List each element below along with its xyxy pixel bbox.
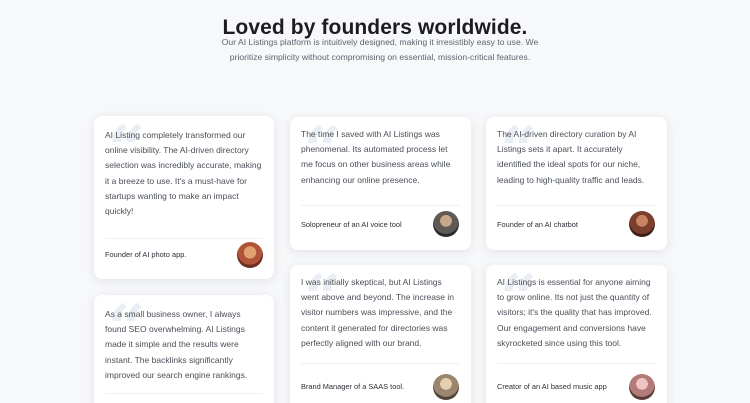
testimonial-author: Founder of an AI chatbot bbox=[497, 220, 578, 229]
testimonial-text: The AI-driven directory curation by AI L… bbox=[497, 129, 645, 185]
avatar bbox=[433, 374, 459, 400]
divider bbox=[105, 393, 263, 394]
testimonial-text: AI Listings is essential for anyone aimi… bbox=[497, 277, 652, 348]
avatar bbox=[433, 211, 459, 237]
avatar bbox=[629, 374, 655, 400]
avatar bbox=[629, 211, 655, 237]
testimonial-author: Founder of AI photo app. bbox=[105, 250, 187, 259]
testimonial-text: AI Listing completely transformed our on… bbox=[105, 130, 262, 217]
testimonial-card: “ I was initially skeptical, but AI List… bbox=[290, 265, 471, 403]
testimonial-card: “ AI Listings is essential for anyone ai… bbox=[486, 265, 667, 403]
testimonial-author: Creator of an AI based music app bbox=[497, 382, 607, 391]
testimonial-author: Solopreneur of an AI voice tool bbox=[301, 220, 402, 229]
testimonial-card: “ The AI-driven directory curation by AI… bbox=[486, 117, 667, 250]
testimonial-text: The time I saved with AI Listings was ph… bbox=[301, 129, 451, 185]
divider bbox=[497, 363, 656, 364]
section-subtitle: Our AI Listings platform is intuitively … bbox=[221, 37, 539, 62]
divider bbox=[301, 363, 460, 364]
testimonial-author: Brand Manager of a SAAS tool. bbox=[301, 382, 405, 391]
testimonial-card: “ AI Listing completely transformed our … bbox=[94, 116, 274, 279]
testimonial-text: I was initially skeptical, but AI Listin… bbox=[301, 277, 454, 348]
testimonial-text: As a small business owner, I always foun… bbox=[105, 309, 248, 380]
divider bbox=[497, 205, 656, 206]
avatar bbox=[237, 242, 263, 268]
testimonial-card: “ The time I saved with AI Listings was … bbox=[290, 117, 471, 250]
testimonials-section: Loved by founders worldwide. Our AI List… bbox=[0, 0, 750, 403]
divider bbox=[301, 205, 460, 206]
divider bbox=[105, 238, 263, 239]
testimonial-card: “ As a small business owner, I always fo… bbox=[94, 295, 274, 403]
